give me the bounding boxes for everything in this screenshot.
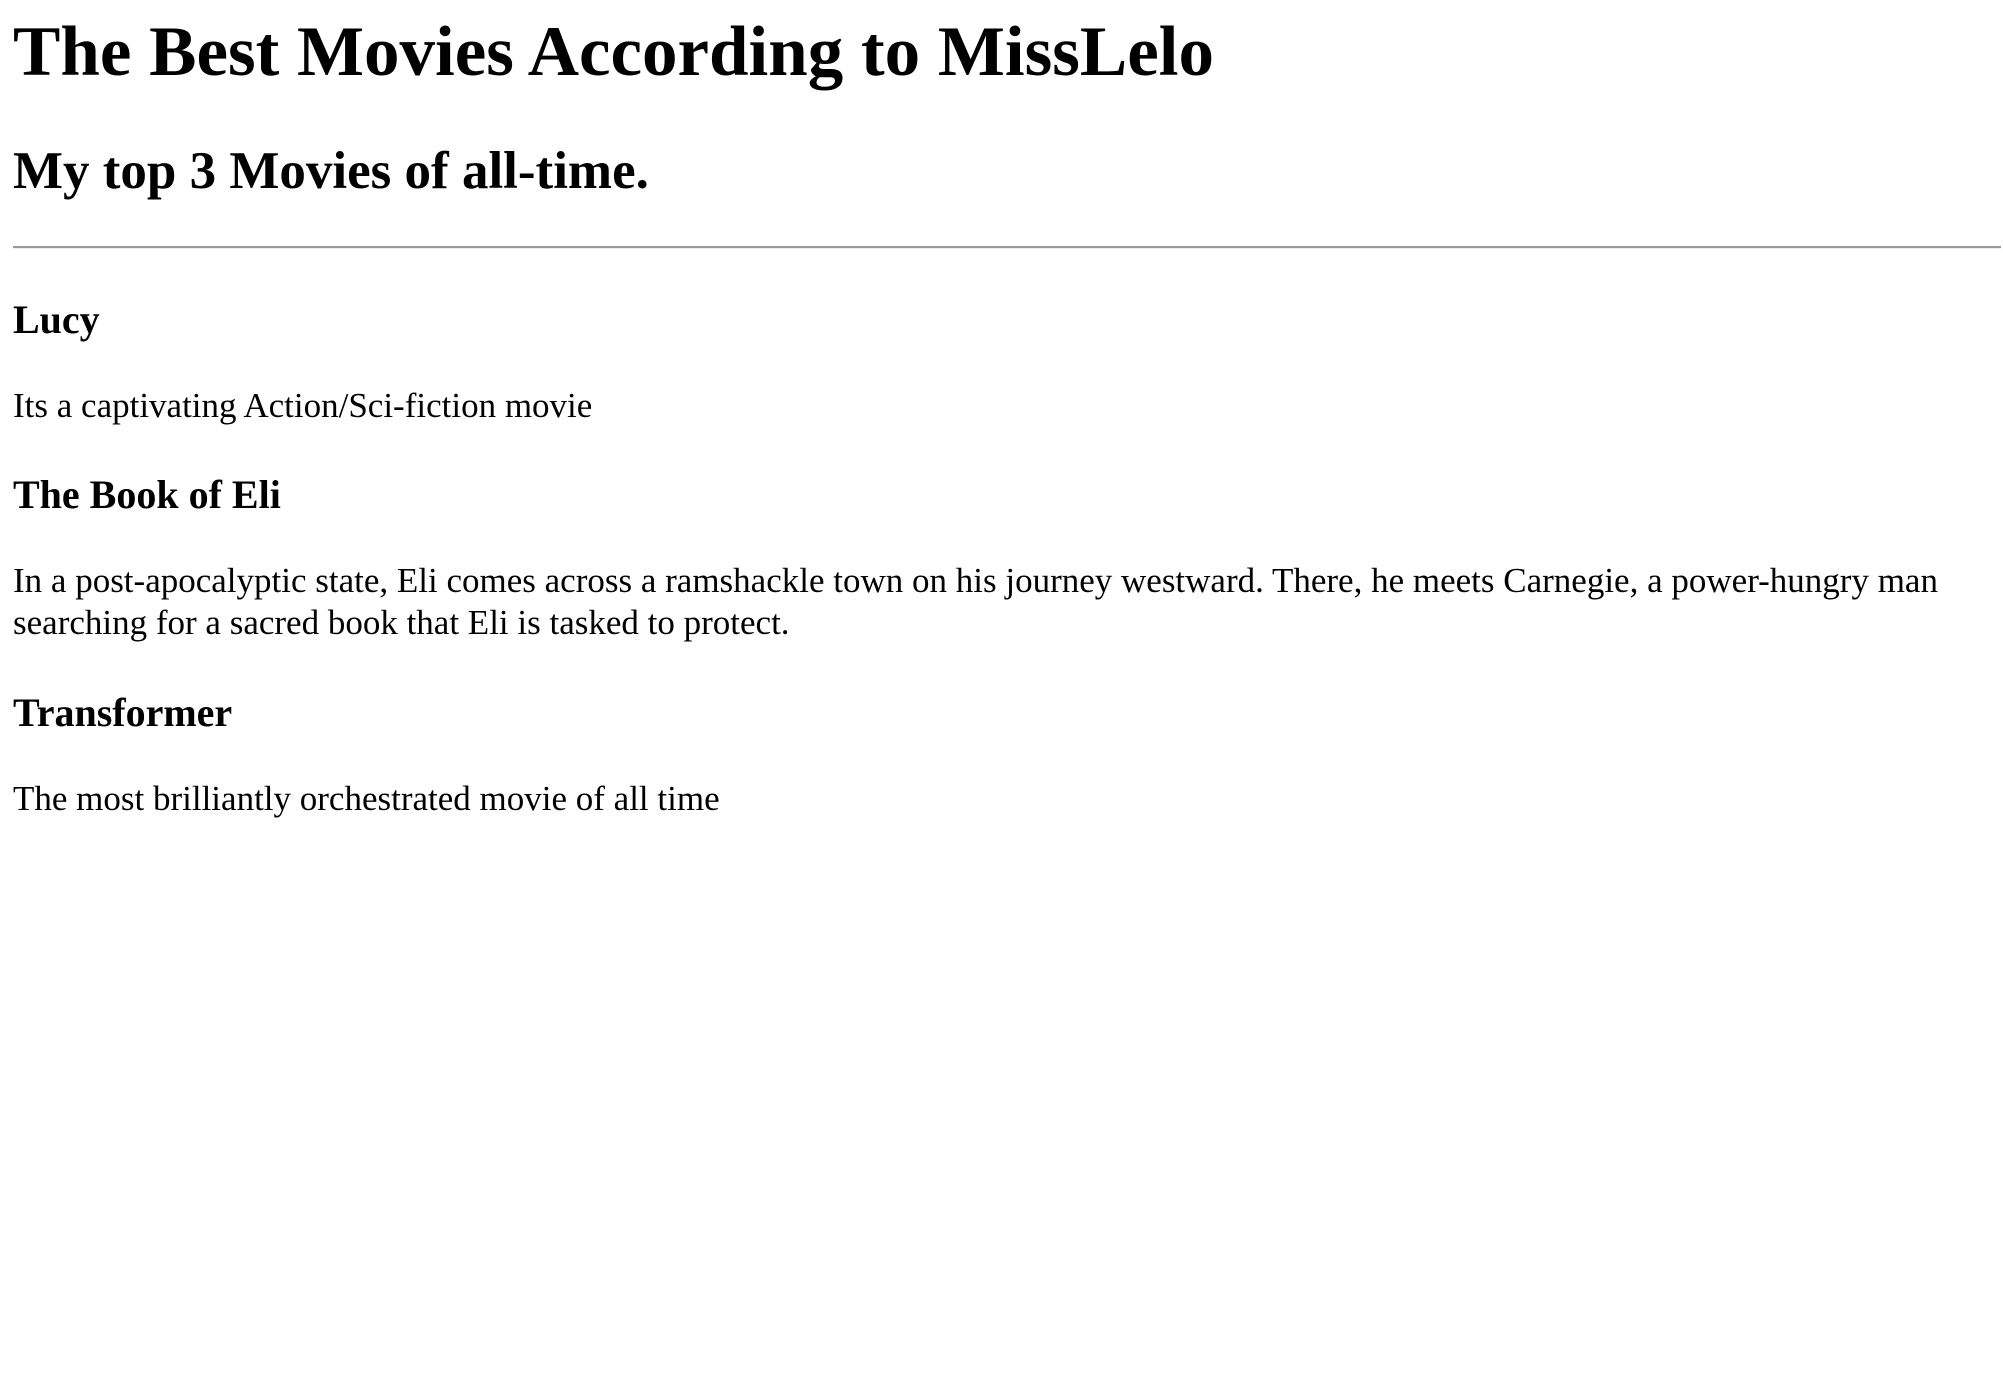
page: The Best Movies According to MissLelo My… <box>0 0 2003 1390</box>
movie-description-book-of-eli: In a post-apocalyptic state, Eli comes a… <box>13 561 1938 642</box>
movie-title-book-of-eli: The Book of Eli <box>13 472 281 517</box>
page-title: The Best Movies According to MissLelo <box>13 13 1214 91</box>
page-subtitle: My top 3 Movies of all-time. <box>13 142 649 200</box>
movie-title-transformer: Transformer <box>13 690 233 735</box>
movie-description-lucy: Its a captivating Action/Sci-fiction mov… <box>13 386 593 425</box>
movie-title-lucy: Lucy <box>13 297 100 342</box>
divider <box>13 246 2001 249</box>
movie-description-transformer: The most brilliantly orchestrated movie … <box>13 779 720 818</box>
